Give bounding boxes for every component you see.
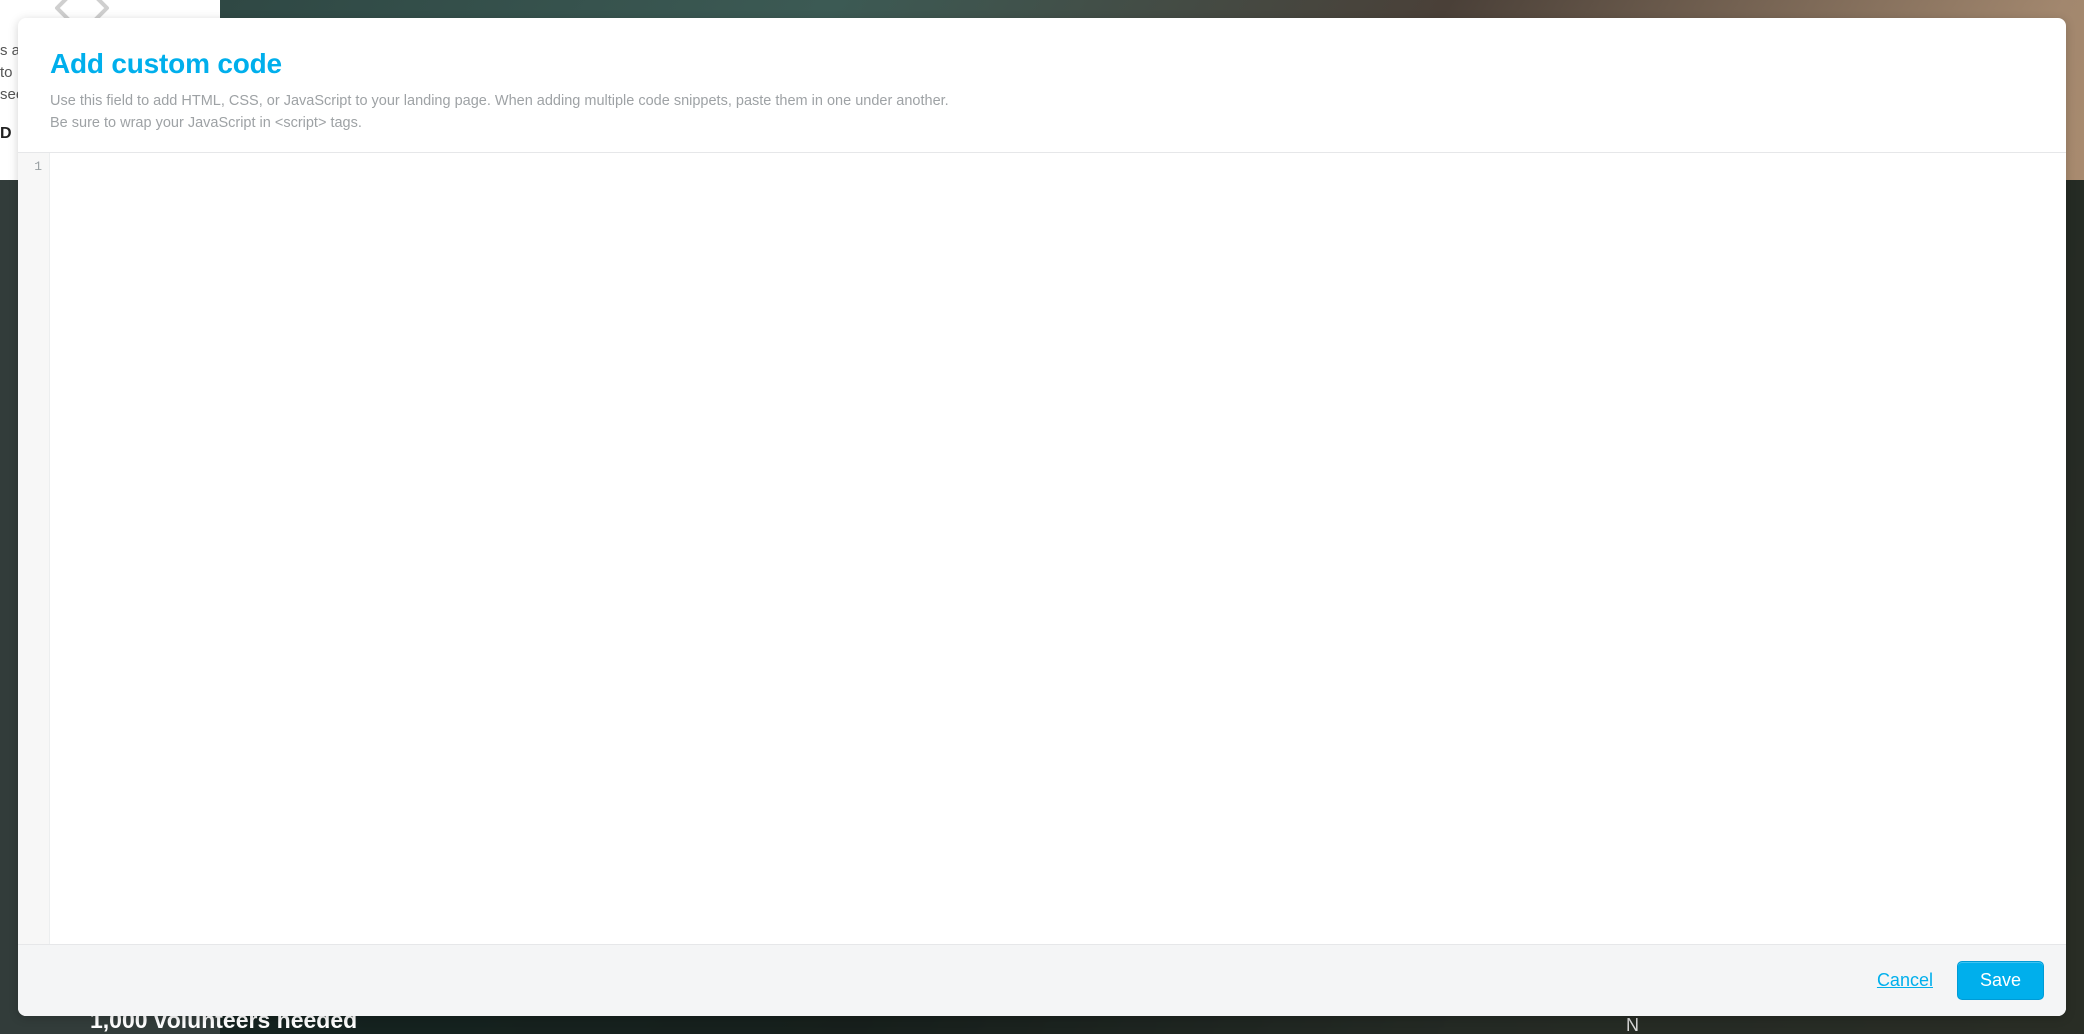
hero-partial-text: N (1626, 1015, 1639, 1034)
code-editor-gutter: 1 (18, 153, 50, 944)
gutter-line-number: 1 (18, 159, 42, 174)
cancel-button[interactable]: Cancel (1873, 964, 1937, 997)
modal-description-line1: Use this field to add HTML, CSS, or Java… (50, 93, 949, 109)
code-input[interactable] (50, 153, 2066, 944)
code-editor: 1 (18, 152, 2066, 944)
modal-header: Add custom code Use this field to add HT… (18, 18, 2066, 152)
modal-footer: Cancel Save (18, 944, 2066, 1016)
modal-description-line2: Be sure to wrap your JavaScript in <scri… (50, 115, 362, 131)
modal-title: Add custom code (50, 48, 2034, 80)
sidebar-clipped-bold: D (0, 125, 12, 143)
add-custom-code-modal: Add custom code Use this field to add HT… (18, 18, 2066, 1016)
save-button[interactable]: Save (1957, 961, 2044, 1000)
modal-description: Use this field to add HTML, CSS, or Java… (50, 90, 2034, 134)
